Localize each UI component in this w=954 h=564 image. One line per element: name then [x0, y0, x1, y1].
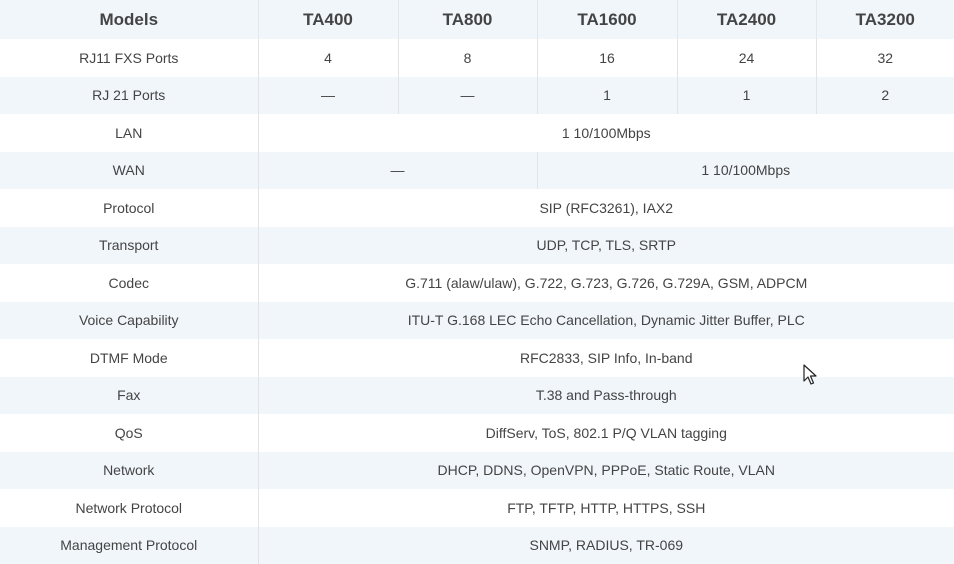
models-header: Models — [0, 0, 259, 39]
table-row-qos: QoS DiffServ, ToS, 802.1 P/Q VLAN taggin… — [0, 414, 954, 452]
table-row-voice: Voice Capability ITU-T G.168 LEC Echo Ca… — [0, 301, 954, 339]
cell-rj21-ta400: — — [258, 76, 399, 114]
cell-wan-left: — — [258, 151, 538, 189]
row-label-wan: WAN — [0, 151, 259, 189]
cell-lan-value: 1 10/100Mbps — [561, 124, 651, 141]
table-row-wan: WAN — 1 10/100Mbps — [0, 151, 954, 189]
spec-table: Models TA400 TA800 TA1600 TA2400 TA3200 … — [0, 0, 954, 564]
cell-voice-value: ITU-T G.168 LEC Echo Cancellation, Dynam… — [407, 312, 805, 329]
model-header-ta3200: TA3200 — [855, 9, 915, 29]
table-row-codec: Codec G.711 (alaw/ulaw), G.722, G.723, G… — [0, 264, 954, 302]
mouse-pointer-icon — [803, 364, 817, 385]
cell-codec-value: G.711 (alaw/ulaw), G.722, G.723, G.726, … — [405, 274, 808, 291]
cell-rj11-ta800: 8 — [398, 39, 538, 77]
table-row-netproto: Network Protocol FTP, TFTP, HTTP, HTTPS,… — [0, 489, 954, 527]
row-label-codec: Codec — [0, 264, 259, 302]
row-label-rj21: RJ 21 Ports — [0, 76, 259, 114]
cell-rj11-ta400: 4 — [258, 39, 399, 77]
cell-network-value: DHCP, DDNS, OpenVPN, PPPoE, Static Route… — [437, 462, 775, 479]
row-label-lan: LAN — [0, 114, 259, 152]
table-row-protocol: Protocol SIP (RFC3261), IAX2 — [0, 189, 954, 227]
cell-rj21-ta800: — — [398, 76, 538, 114]
cell-rj11-ta3200: 32 — [877, 49, 894, 66]
row-label-qos: QoS — [0, 414, 259, 452]
cell-qos-value: DiffServ, ToS, 802.1 P/Q VLAN tagging — [485, 424, 727, 441]
row-label-netproto: Network Protocol — [0, 489, 259, 527]
cell-rj11-ta1600: 16 — [537, 39, 678, 77]
row-label-rj11: RJ11 FXS Ports — [0, 39, 259, 77]
cell-rj21-ta2400: 1 — [677, 76, 817, 114]
cell-protocol-value: SIP (RFC3261), IAX2 — [539, 199, 674, 216]
model-header-ta400: TA400 — [258, 0, 399, 39]
cell-wan-right: 1 10/100Mbps — [701, 162, 791, 179]
cell-mgmt-value: SNMP, RADIUS, TR-069 — [529, 537, 684, 554]
row-label-network: Network — [0, 451, 259, 489]
row-label-protocol: Protocol — [0, 189, 259, 227]
row-label-mgmt: Management Protocol — [0, 526, 259, 564]
model-header-ta2400: TA2400 — [677, 0, 817, 39]
model-header-ta800: TA800 — [398, 0, 538, 39]
table-row-mgmt: Management Protocol SNMP, RADIUS, TR-069 — [0, 526, 954, 564]
cell-transport-value: UDP, TCP, TLS, SRTP — [536, 237, 677, 254]
row-label-fax: Fax — [0, 376, 259, 414]
model-header-ta1600: TA1600 — [537, 0, 678, 39]
cell-rj21-ta3200: 2 — [881, 87, 890, 104]
row-label-dtmf: DTMF Mode — [0, 339, 259, 377]
header-row: Models TA400 TA800 TA1600 TA2400 TA3200 — [0, 0, 954, 39]
cell-rj11-ta2400: 24 — [677, 39, 817, 77]
cell-rj21-ta1600: 1 — [537, 76, 678, 114]
cell-dtmf-value: RFC2833, SIP Info, In-band — [519, 349, 693, 366]
table-row-rj11: RJ11 FXS Ports 4 8 16 24 32 — [0, 39, 954, 77]
table-row-rj21: RJ 21 Ports — — 1 1 2 — [0, 76, 954, 114]
table-row-transport: Transport UDP, TCP, TLS, SRTP — [0, 226, 954, 264]
table-row-network: Network DHCP, DDNS, OpenVPN, PPPoE, Stat… — [0, 451, 954, 489]
table-row-lan: LAN 1 10/100Mbps — [0, 114, 954, 152]
cell-fax-value: T.38 and Pass-through — [535, 387, 677, 404]
row-label-transport: Transport — [0, 226, 259, 264]
cell-netproto-value: FTP, TFTP, HTTP, HTTPS, SSH — [507, 499, 706, 516]
row-label-voice: Voice Capability — [0, 301, 259, 339]
